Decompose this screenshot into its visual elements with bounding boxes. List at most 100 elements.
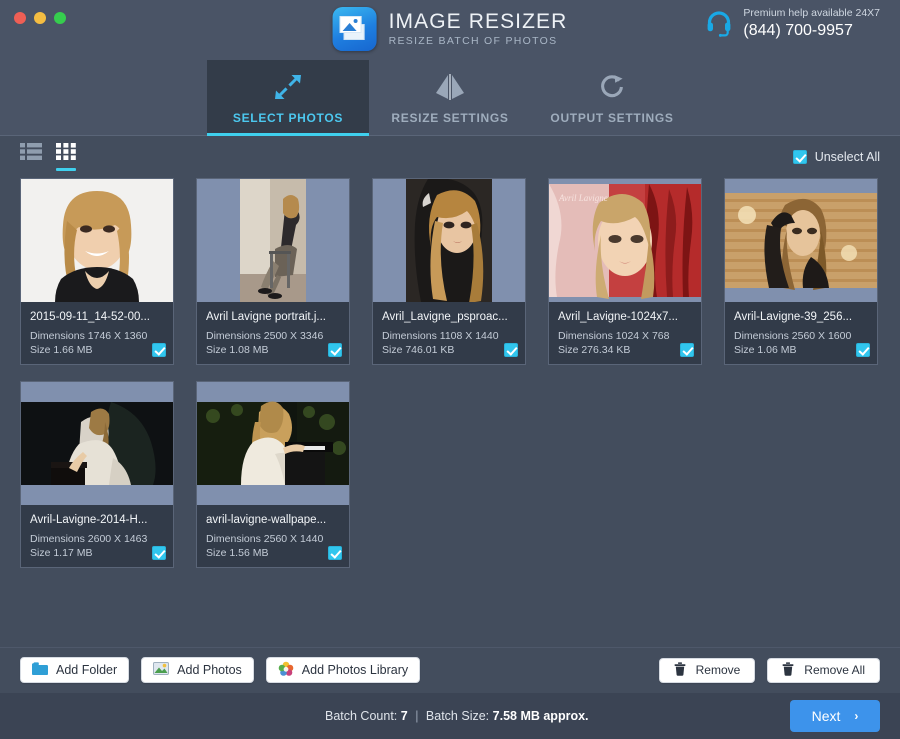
unselect-all-toggle[interactable]: Unselect All: [792, 150, 880, 164]
window-controls: [14, 12, 66, 24]
add-folder-label: Add Folder: [56, 663, 118, 677]
photo-card[interactable]: Avril_Lavigne_psproac... Dimensions 1108…: [372, 178, 526, 365]
app-branding: IMAGE RESIZER RESIZE BATCH OF PHOTOS: [332, 7, 568, 51]
resize-arrows-icon: [273, 72, 303, 102]
photo-select-checkbox[interactable]: [504, 343, 518, 357]
photo-thumbnail[interactable]: [725, 179, 877, 302]
trash-icon: [782, 661, 794, 679]
support-info: Premium help available 24X7 (844) 700-99…: [705, 6, 880, 40]
unselect-all-checkbox[interactable]: [792, 150, 807, 164]
tab-resize-settings[interactable]: RESIZE SETTINGS: [369, 60, 531, 136]
photo-dimensions: Dimensions 1024 X 768: [558, 330, 670, 342]
photo-meta: Avril-Lavigne-2014-H... Dimensions 2600 …: [21, 505, 173, 567]
close-button[interactable]: [14, 12, 26, 24]
remove-button[interactable]: Remove: [658, 657, 756, 683]
support-tagline: Premium help available 24X7: [743, 7, 880, 19]
remove-all-button[interactable]: Remove All: [767, 657, 880, 683]
photo-card[interactable]: 2015-09-11_14-52-00... Dimensions 1746 X…: [20, 178, 174, 365]
photo-meta: Avril-Lavigne-39_256... Dimensions 2560 …: [725, 302, 877, 364]
photo-meta: avril-lavigne-wallpape... Dimensions 256…: [197, 505, 349, 567]
photo-dimensions: Dimensions 2560 X 1440: [206, 533, 324, 545]
photo-select-checkbox[interactable]: [152, 546, 166, 560]
photo-dimensions: Dimensions 1108 X 1440: [382, 330, 499, 342]
photo-name: Avril-Lavigne-2014-H...: [30, 514, 148, 526]
grid-view-icon[interactable]: [56, 143, 76, 171]
add-folder-button[interactable]: Add Folder: [20, 657, 130, 683]
photo-name: 2015-09-11_14-52-00...: [30, 311, 150, 323]
photo-meta: 2015-09-11_14-52-00... Dimensions 1746 X…: [21, 302, 173, 364]
photo-name: avril-lavigne-wallpape...: [206, 514, 327, 526]
tab-output-settings[interactable]: OUTPUT SETTINGS: [531, 60, 693, 136]
photo-size: Size 1.08 MB: [206, 344, 269, 356]
batch-size-value: 7.58 MB approx.: [492, 709, 589, 723]
trash-icon: [674, 661, 686, 679]
next-button[interactable]: Next ›: [790, 700, 880, 732]
batch-size-label: Batch Size:: [425, 709, 490, 723]
svg-text:Avril Lavigne: Avril Lavigne: [558, 193, 608, 203]
maximize-button[interactable]: [54, 12, 66, 24]
folder-icon: [32, 662, 48, 678]
photo-dimensions: Dimensions 1746 X 1360: [30, 330, 148, 342]
add-photos-button[interactable]: Add Photos: [141, 657, 254, 683]
photo-thumbnail[interactable]: [21, 382, 173, 505]
photo-thumbnail[interactable]: Avril Lavigne: [549, 179, 701, 302]
photo-card[interactable]: Avril Lavigne portrait.j... Dimensions 2…: [196, 178, 350, 365]
batch-summary: Batch Count: 7 | Batch Size: 7.58 MB app…: [325, 709, 589, 723]
tab-label-select-photos: SELECT PHOTOS: [232, 110, 344, 125]
main-tabs: SELECT PHOTOS RESIZE SETTINGS OUTPUT SET…: [0, 60, 900, 136]
photo-size: Size 1.17 MB: [30, 547, 93, 559]
photo-name: Avril_Lavigne_psproac...: [382, 311, 508, 323]
support-phone[interactable]: (844) 700-9957: [743, 21, 880, 40]
tab-label-resize-settings: RESIZE SETTINGS: [391, 110, 509, 125]
grid-view-active-indicator: [56, 168, 76, 171]
photo-size: Size 746.01 KB: [382, 344, 455, 356]
image-resizer-app-icon: [332, 7, 377, 51]
batch-count-label: Batch Count:: [325, 709, 398, 723]
photo-thumbnail[interactable]: [197, 179, 349, 302]
image-resizer-window: IMAGE RESIZER RESIZE BATCH OF PHOTOS Pre…: [0, 0, 900, 739]
photo-card[interactable]: Avril Lavigne Avril_Lavigne-1024x7... Di…: [548, 178, 702, 365]
rotate-refresh-icon: [598, 72, 626, 102]
view-mode-toggles: [20, 143, 76, 171]
photo-select-checkbox[interactable]: [856, 343, 870, 357]
list-view-icon[interactable]: [20, 143, 42, 171]
batch-count-value: 7: [400, 709, 408, 723]
photo-card[interactable]: Avril-Lavigne-39_256... Dimensions 2560 …: [724, 178, 878, 365]
photo-select-checkbox[interactable]: [152, 343, 166, 357]
photo-icon: [153, 662, 170, 678]
photo-select-checkbox[interactable]: [328, 546, 342, 560]
file-actions-bar: Add Folder Add Photos Add Photos Library…: [0, 647, 900, 693]
photo-name: Avril Lavigne portrait.j...: [206, 311, 326, 323]
app-title: IMAGE RESIZER: [388, 9, 568, 33]
app-subtitle: RESIZE BATCH OF PHOTOS: [388, 34, 558, 47]
tab-label-output-settings: OUTPUT SETTINGS: [550, 110, 674, 125]
tab-select-photos[interactable]: SELECT PHOTOS: [207, 60, 369, 136]
photo-dimensions: Dimensions 2560 X 1600: [734, 330, 852, 342]
photo-select-checkbox[interactable]: [328, 343, 342, 357]
photo-meta: Avril_Lavigne_psproac... Dimensions 1108…: [373, 302, 525, 364]
photo-thumbnail[interactable]: [21, 179, 173, 302]
view-toolbar: Unselect All: [20, 136, 880, 172]
photo-thumbnail[interactable]: [197, 382, 349, 505]
photo-size: Size 1.66 MB: [30, 344, 93, 356]
add-buttons-group: Add Folder Add Photos Add Photos Library: [20, 657, 421, 683]
add-photos-library-button[interactable]: Add Photos Library: [265, 657, 421, 683]
photo-dimensions: Dimensions 2600 X 1463: [30, 533, 148, 545]
photo-select-checkbox[interactable]: [680, 343, 694, 357]
remove-label: Remove: [695, 663, 741, 677]
photo-card[interactable]: avril-lavigne-wallpape... Dimensions 256…: [196, 381, 350, 568]
unselect-all-label: Unselect All: [814, 150, 880, 164]
photo-thumbnail[interactable]: [373, 179, 525, 302]
photo-meta: Avril_Lavigne-1024x7... Dimensions 1024 …: [549, 302, 701, 364]
headset-icon: [705, 9, 733, 37]
minimize-button[interactable]: [34, 12, 46, 24]
photo-dimensions: Dimensions 2500 X 3346: [206, 330, 324, 342]
photo-grid: 2015-09-11_14-52-00... Dimensions 1746 X…: [20, 172, 880, 568]
title-bar: IMAGE RESIZER RESIZE BATCH OF PHOTOS Pre…: [0, 0, 900, 60]
photo-size: Size 276.34 KB: [558, 344, 631, 356]
mirror-flip-icon: [433, 72, 467, 102]
remove-buttons-group: Remove Remove All: [658, 657, 880, 683]
content-area: Unselect All 2015-09-11_14-52-00... Dime…: [0, 136, 900, 739]
photo-size: Size 1.06 MB: [734, 344, 797, 356]
photo-card[interactable]: Avril-Lavigne-2014-H... Dimensions 2600 …: [20, 381, 174, 568]
